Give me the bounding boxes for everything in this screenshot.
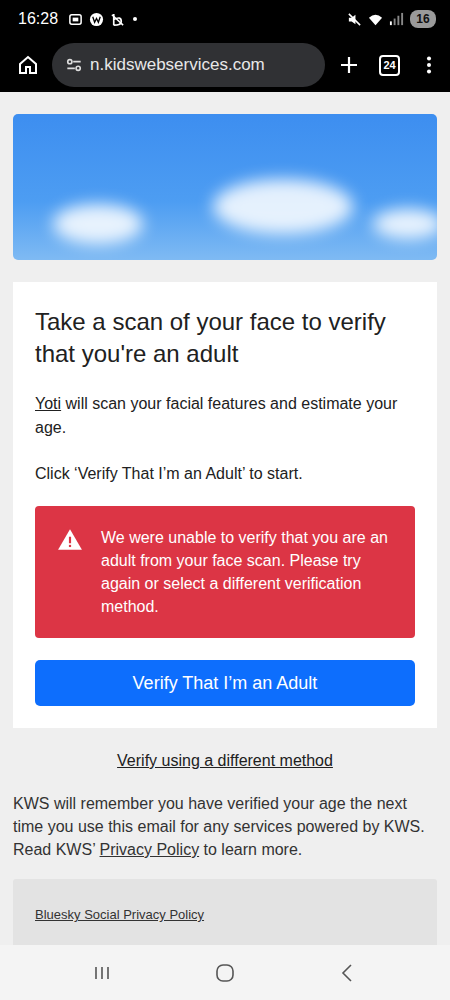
error-message: We were unable to verify that you are an… <box>101 526 395 618</box>
page-footer: Bluesky Social Privacy Policy <box>13 879 437 945</box>
sky-banner-image <box>13 114 437 260</box>
url-text: n.kidswebservices.com <box>90 55 265 75</box>
recent-apps-icon[interactable] <box>90 961 114 985</box>
phone-screen: 16:28 16 n.kidswebservices.com 24 Take a sca… <box>0 0 450 1000</box>
status-left: 16:28 <box>18 10 137 28</box>
instruction-text: Click ‘Verify That I’m an Adult’ to star… <box>35 462 415 486</box>
accessibility-icon <box>110 12 125 27</box>
wifi-icon <box>368 12 383 27</box>
new-tab-icon[interactable] <box>337 53 361 77</box>
different-method-link[interactable]: Verify using a different method <box>117 752 333 770</box>
site-settings-icon[interactable] <box>64 55 84 75</box>
status-right: 16 <box>347 10 436 28</box>
notification-dot <box>133 17 137 21</box>
card-title: Take a scan of your face to verify that … <box>35 306 415 370</box>
error-alert: We were unable to verify that you are an… <box>35 506 415 638</box>
status-time: 16:28 <box>18 10 58 28</box>
navigation-bar <box>0 945 450 1000</box>
yoti-link[interactable]: Yoti <box>35 395 61 412</box>
warning-icon <box>57 527 83 553</box>
mute-icon <box>347 12 362 27</box>
privacy-policy-link[interactable]: Privacy Policy <box>100 841 200 858</box>
screenshot-icon <box>68 12 83 27</box>
intro-text: Yoti will scan your facial features and … <box>35 392 415 440</box>
battery-level: 16 <box>410 10 436 28</box>
app-notification-icon <box>89 12 104 27</box>
signal-icon <box>389 12 404 27</box>
address-bar[interactable]: n.kidswebservices.com <box>52 43 325 87</box>
status-bar: 16:28 16 <box>0 0 450 38</box>
bluesky-privacy-link[interactable]: Bluesky Social Privacy Policy <box>35 907 204 922</box>
tab-count[interactable]: 24 <box>379 55 400 76</box>
verify-button[interactable]: Verify That I’m an Adult <box>35 660 415 706</box>
remember-notice: KWS will remember you have verified your… <box>13 792 437 861</box>
home-button-icon[interactable] <box>213 961 237 985</box>
back-icon[interactable] <box>336 961 360 985</box>
browser-toolbar: n.kidswebservices.com 24 <box>0 38 450 92</box>
web-page: Take a scan of your face to verify that … <box>0 92 450 945</box>
home-icon[interactable] <box>16 53 40 77</box>
menu-icon[interactable] <box>418 54 440 76</box>
verification-card: Take a scan of your face to verify that … <box>13 282 437 728</box>
